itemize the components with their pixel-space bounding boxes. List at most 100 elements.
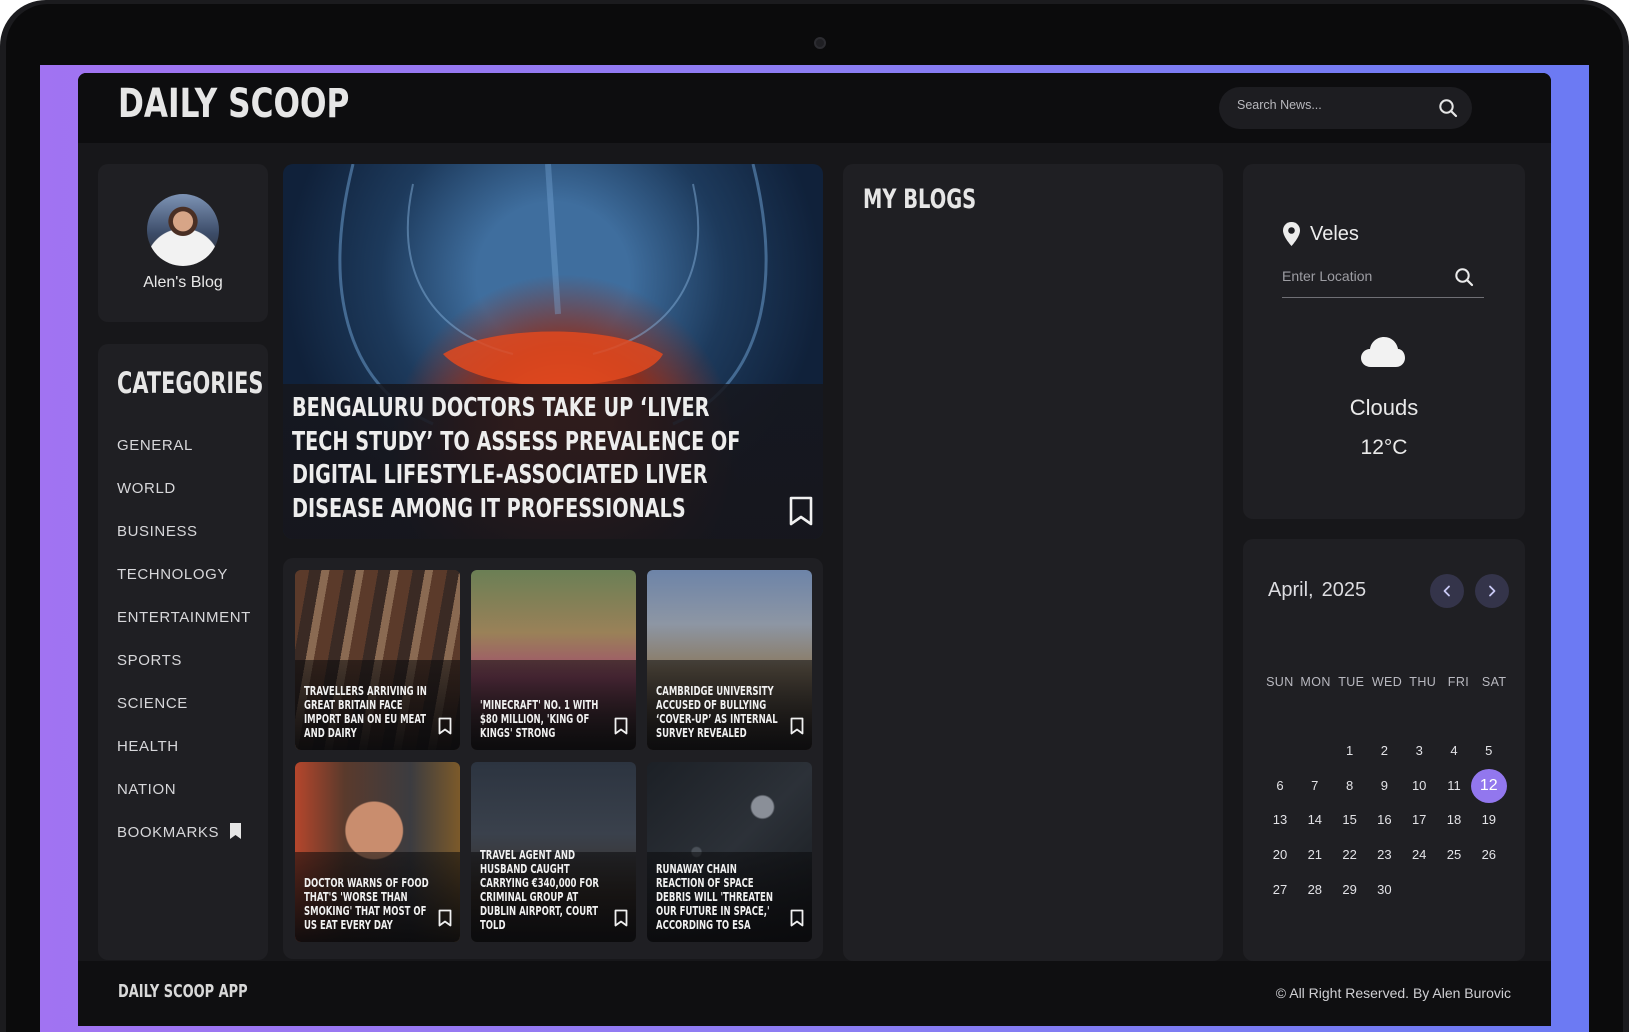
footer-app-name: DAILY SCOOP APP <box>118 981 248 1002</box>
calendar-day[interactable]: 19 <box>1471 803 1507 837</box>
weekday-label: SAT <box>1481 675 1507 689</box>
news-title: Travellers arriving in Great Britain fac… <box>304 683 427 740</box>
bookmark-icon[interactable] <box>438 717 452 740</box>
calendar-day[interactable]: 17 <box>1401 803 1437 837</box>
weather-location-name: Veles <box>1310 222 1359 245</box>
search-icon[interactable] <box>1454 267 1474 292</box>
calendar-day[interactable]: 15 <box>1332 803 1368 837</box>
calendar-day[interactable]: 10 <box>1401 769 1437 803</box>
calendar-day[interactable]: 6 <box>1262 769 1298 803</box>
featured-article[interactable]: Bengaluru doctors take up ‘Liver Tech St… <box>283 164 823 539</box>
calendar-day[interactable]: 7 <box>1297 769 1333 803</box>
calendar-next-button[interactable] <box>1475 574 1509 608</box>
category-health[interactable]: HEALTH <box>117 738 251 781</box>
weather-location: Veles <box>1282 221 1359 247</box>
weekday-label: TUE <box>1338 675 1365 689</box>
news-title: Cambridge University accused of bullying… <box>656 683 778 740</box>
category-entertainment[interactable]: ENTERTAINMENT <box>117 609 251 652</box>
calendar-day[interactable]: 2 <box>1366 734 1402 768</box>
calendar-day[interactable]: 28 <box>1297 873 1333 907</box>
featured-caption: Bengaluru doctors take up ‘Liver Tech St… <box>283 384 823 539</box>
calendar-day[interactable]: 18 <box>1436 803 1472 837</box>
calendar-day[interactable]: 30 <box>1366 873 1402 907</box>
calendar-day[interactable]: 13 <box>1262 803 1298 837</box>
calendar-month-label: April, 2025 <box>1268 579 1366 602</box>
calendar-prev-button[interactable] <box>1430 574 1464 608</box>
news-title: Runaway chain reaction of space debris w… <box>656 861 773 932</box>
screen: DAILY SCOOP Alen's Blog CATEGORIES GENER… <box>40 65 1589 1032</box>
calendar-day[interactable]: 24 <box>1401 838 1437 872</box>
news-card[interactable]: Cambridge University accused of bullying… <box>647 570 812 750</box>
calendar-day-today[interactable]: 12 <box>1470 768 1507 803</box>
chevron-left-icon <box>1443 585 1450 597</box>
search-icon[interactable] <box>1438 98 1458 123</box>
calendar-day[interactable]: 25 <box>1436 838 1472 872</box>
calendar-day[interactable]: 9 <box>1366 769 1402 803</box>
news-card[interactable]: Travel agent and husband caught carrying… <box>471 762 636 942</box>
weather-widget: Veles Clouds 12°C <box>1243 164 1525 519</box>
bookmark-icon[interactable] <box>790 909 804 932</box>
calendar-weekdays: SUN MON TUE WED THU FRI SAT <box>1262 675 1512 689</box>
calendar-year: 2025 <box>1321 579 1367 601</box>
category-general[interactable]: GENERAL <box>117 437 251 480</box>
news-card[interactable]: Travellers arriving in Great Britain fac… <box>295 570 460 750</box>
footer-copyright: © All Right Reserved. By Alen Burovic <box>1275 985 1511 1001</box>
calendar-day[interactable]: 26 <box>1471 838 1507 872</box>
category-science[interactable]: SCIENCE <box>117 695 251 738</box>
calendar-day[interactable]: 16 <box>1366 803 1402 837</box>
calendar-day[interactable]: 27 <box>1262 873 1298 907</box>
news-title: 'Minecraft' No. 1 with $80 million, 'Kin… <box>480 697 599 740</box>
weekday-label: SUN <box>1266 675 1294 689</box>
webcam <box>814 37 826 49</box>
category-bookmarks[interactable]: BOOKMARKS <box>117 823 251 867</box>
profile-card: Alen's Blog <box>98 164 268 322</box>
avatar[interactable] <box>147 194 219 266</box>
category-technology[interactable]: TECHNOLOGY <box>117 566 251 609</box>
my-blogs-panel: MY BLOGS <box>843 164 1223 961</box>
calendar-day[interactable]: 29 <box>1332 873 1368 907</box>
calendar-day[interactable]: 21 <box>1297 838 1333 872</box>
chevron-right-icon <box>1489 585 1496 597</box>
footer: DAILY SCOOP APP © All Right Reserved. By… <box>78 961 1551 1026</box>
bookmark-icon[interactable] <box>614 909 628 932</box>
calendar-day[interactable]: 5 <box>1471 734 1507 768</box>
news-title: Doctor warns of food that's 'worse than … <box>304 875 429 932</box>
calendar-day[interactable]: 1 <box>1332 734 1368 768</box>
bookmark-icon[interactable] <box>789 496 813 531</box>
calendar-day[interactable]: 8 <box>1332 769 1368 803</box>
calendar-widget: April,2025 SUN MON TUE WED THU FRI SAT <box>1243 539 1525 961</box>
calendar-day[interactable]: 23 <box>1366 838 1402 872</box>
news-card[interactable]: Doctor warns of food that's 'worse than … <box>295 762 460 942</box>
weather-condition: Clouds <box>1349 395 1419 420</box>
app-window: DAILY SCOOP Alen's Blog CATEGORIES GENER… <box>78 73 1551 1026</box>
calendar-day[interactable]: 22 <box>1332 838 1368 872</box>
calendar-day[interactable]: 11 <box>1436 769 1472 803</box>
category-nation[interactable]: NATION <box>117 781 251 824</box>
calendar-day[interactable]: 4 <box>1436 734 1472 768</box>
news-card[interactable]: Runaway chain reaction of space debris w… <box>647 762 812 942</box>
location-field <box>1282 266 1484 298</box>
search-box <box>1219 87 1472 129</box>
bookmark-icon[interactable] <box>438 909 452 932</box>
category-world[interactable]: WORLD <box>117 480 251 523</box>
featured-title[interactable]: Bengaluru doctors take up ‘Liver Tech St… <box>292 392 751 526</box>
weekday-label: MON <box>1300 675 1331 689</box>
header: DAILY SCOOP <box>78 73 1551 143</box>
news-title: Travel agent and husband caught carrying… <box>480 847 599 932</box>
laptop-frame: DAILY SCOOP Alen's Blog CATEGORIES GENER… <box>0 0 1629 1032</box>
calendar-day[interactable]: 3 <box>1401 734 1437 768</box>
bookmark-icon[interactable] <box>614 717 628 740</box>
category-business[interactable]: BUSINESS <box>117 523 251 566</box>
category-sports[interactable]: SPORTS <box>117 652 251 695</box>
news-card[interactable]: 'Minecraft' No. 1 with $80 million, 'Kin… <box>471 570 636 750</box>
app-logo[interactable]: DAILY SCOOP <box>118 81 349 127</box>
calendar-day[interactable]: 14 <box>1297 803 1333 837</box>
location-input[interactable] <box>1282 268 1452 284</box>
search-input[interactable] <box>1237 98 1427 112</box>
category-list: GENERAL WORLD BUSINESS TECHNOLOGY ENTERT… <box>117 437 251 867</box>
news-grid: Travellers arriving in Great Britain fac… <box>283 558 823 959</box>
weekday-label: WED <box>1371 675 1403 689</box>
profile-name[interactable]: Alen's Blog <box>98 274 268 292</box>
calendar-day[interactable]: 20 <box>1262 838 1298 872</box>
bookmark-icon[interactable] <box>790 717 804 740</box>
